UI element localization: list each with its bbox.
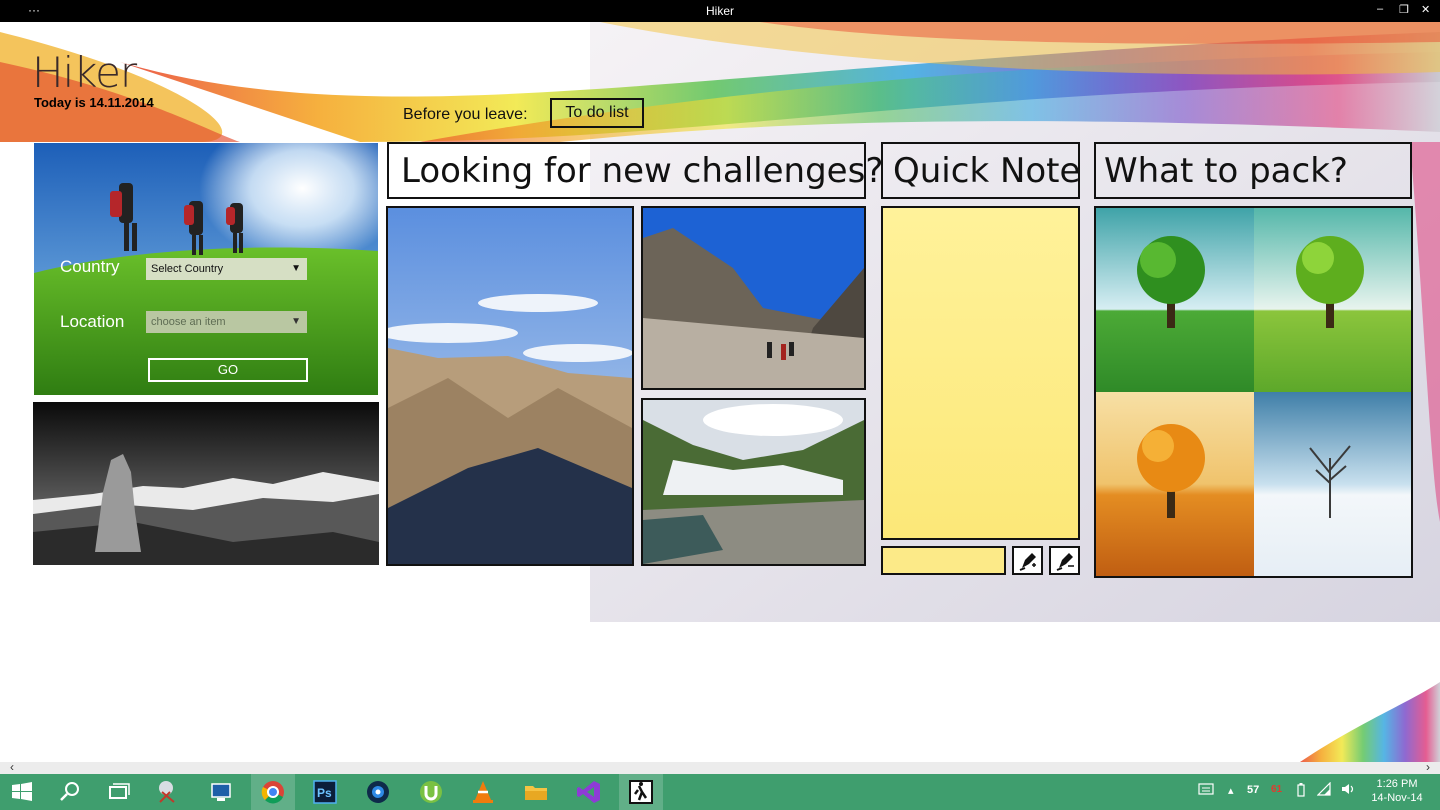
taskbar: Ps ▴ 57 61 1:26 PM 14-Nov-14 <box>0 774 1440 810</box>
quick-note-input[interactable] <box>881 546 1006 575</box>
camera-app-icon[interactable] <box>356 774 400 810</box>
what-to-pack-heading: What to pack? <box>1094 142 1412 199</box>
challenges-heading: Looking for new challenges? <box>387 142 883 199</box>
spring-tile <box>1096 208 1254 392</box>
pen-remove-icon <box>1056 553 1074 571</box>
search-panel: Country Select Country ▼ Location choose… <box>34 143 378 395</box>
hiker-app-icon[interactable] <box>619 774 663 810</box>
todo-list-button[interactable]: To do list <box>550 98 644 128</box>
location-label: Location <box>60 312 125 331</box>
windows-start-icon[interactable] <box>0 774 44 810</box>
before-you-leave-label: Before you leave: <box>403 106 528 123</box>
clock-time: 1:26 PM <box>1376 778 1418 790</box>
location-select-placeholder: choose an item <box>151 316 226 328</box>
tray-counter-b[interactable]: 61 <box>1271 784 1282 795</box>
country-label: Country <box>60 257 120 276</box>
quick-note-heading: Quick Note <box>881 142 1080 199</box>
chevron-down-icon: ▼ <box>291 316 301 327</box>
chevron-down-icon: ▼ <box>291 263 301 274</box>
winter-tile <box>1254 392 1411 576</box>
power-icon[interactable] <box>1296 782 1306 801</box>
alpine-lake-photo[interactable] <box>641 398 866 566</box>
wifi-icon[interactable] <box>1316 781 1331 799</box>
pen-add-icon <box>1019 553 1036 571</box>
keyboard-icon[interactable] <box>1198 783 1214 798</box>
window-title: Hiker <box>705 4 734 18</box>
go-button[interactable]: GO <box>148 358 308 382</box>
location-select[interactable]: choose an item ▼ <box>146 311 307 333</box>
desert-mountain-photo[interactable] <box>386 206 634 566</box>
chrome-icon[interactable] <box>251 774 295 810</box>
rocky-valley-hikers-photo[interactable] <box>641 206 866 390</box>
taskbar-clock[interactable]: 1:26 PM 14-Nov-14 <box>1362 777 1432 805</box>
volume-icon[interactable] <box>1340 782 1356 799</box>
file-explorer-icon[interactable] <box>514 774 558 810</box>
seasons-grid <box>1094 206 1413 578</box>
search-icon[interactable] <box>48 774 92 810</box>
summer-tile <box>1254 208 1411 392</box>
scroll-left-icon[interactable]: ‹ <box>10 760 14 774</box>
vlc-icon[interactable] <box>461 774 505 810</box>
clear-note-button[interactable] <box>1049 546 1080 575</box>
utorrent-icon[interactable] <box>409 774 453 810</box>
clock-date: 14-Nov-14 <box>1371 792 1423 804</box>
bw-mountain-photo <box>33 402 379 565</box>
quick-note-textarea[interactable] <box>881 206 1080 540</box>
restore-button[interactable]: ❐ <box>1399 3 1409 16</box>
snipping-tool-icon[interactable] <box>146 774 190 810</box>
autumn-tile <box>1096 392 1254 576</box>
visual-studio-icon[interactable] <box>567 774 611 810</box>
task-view-icon[interactable] <box>96 774 140 810</box>
tray-counter-a[interactable]: 57 <box>1247 784 1259 796</box>
scroll-right-icon[interactable]: › <box>1426 760 1430 774</box>
country-select-value: Select Country <box>151 263 224 275</box>
today-date-label: Today is 14.11.2014 <box>34 95 154 110</box>
show-hidden-icons-button[interactable]: ▴ <box>1228 784 1234 797</box>
country-select[interactable]: Select Country ▼ <box>146 258 307 280</box>
photoshop-icon[interactable]: Ps <box>303 774 347 810</box>
photoshop-text: Ps <box>317 786 332 800</box>
save-note-button[interactable] <box>1012 546 1043 575</box>
close-button[interactable]: ✕ <box>1421 3 1430 16</box>
horizontal-scrollbar[interactable]: ‹ › <box>0 760 1440 774</box>
title-bar: ··· Hiker – ❐ ✕ <box>0 0 1440 22</box>
app-name-heading: Hiker <box>32 48 137 97</box>
app-canvas: Hiker Today is 14.11.2014 Before you lea… <box>0 22 1440 762</box>
remote-desktop-icon[interactable] <box>199 774 243 810</box>
minimize-button[interactable]: – <box>1377 3 1383 15</box>
